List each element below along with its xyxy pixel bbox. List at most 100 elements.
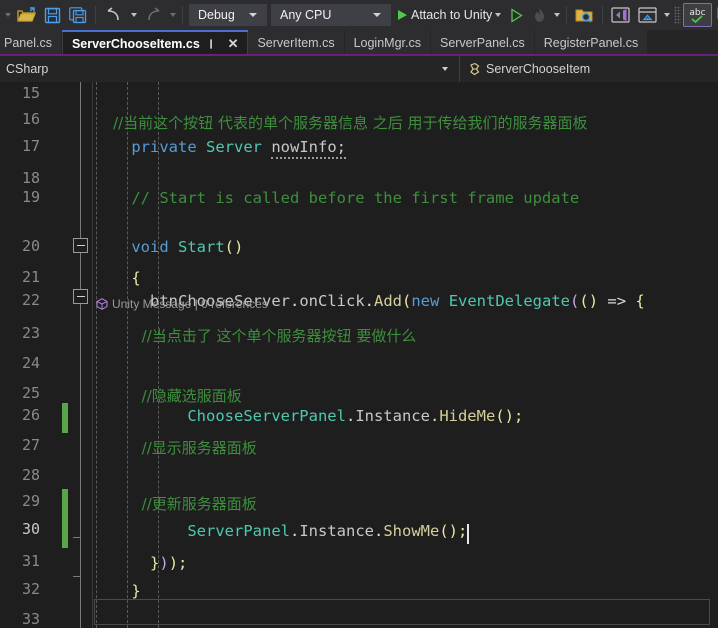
code-token: HideMe <box>439 407 496 425</box>
code-line[interactable]: })); <box>94 554 187 572</box>
vs-window-icon[interactable] <box>607 3 634 27</box>
code-token: (); <box>495 407 524 425</box>
code-token: () <box>579 292 599 310</box>
line-number: 31 <box>21 552 40 570</box>
codelens-label[interactable]: Unity Message | 0 references <box>112 297 268 311</box>
tab-serverchooseitem-cs[interactable]: ServerChooseItem.cs ⚊ ✕ <box>61 30 249 57</box>
start-without-debugging-icon[interactable] <box>505 3 528 27</box>
code-token: . <box>345 407 356 425</box>
fold-toggle-lambda[interactable] <box>73 289 88 304</box>
code-line[interactable]: //更新服务器面板 <box>94 493 257 514</box>
tab-panel-cs[interactable]: Panel.cs <box>0 30 62 56</box>
toolbar-separator-2 <box>182 6 183 24</box>
code-token: . <box>373 522 384 540</box>
toolbar-separator-1 <box>95 6 96 24</box>
code-token: . <box>429 407 440 425</box>
undo-icon[interactable] <box>100 3 128 27</box>
attach-dropdown-caret[interactable] <box>492 3 503 27</box>
properties-window-icon[interactable] <box>634 3 661 27</box>
solution-configuration-combo[interactable]: Debug <box>189 4 267 26</box>
code-token: ShowMe <box>383 522 440 540</box>
window-overflow-caret[interactable] <box>661 3 672 27</box>
project-selector-label: CSharp <box>6 62 49 76</box>
hot-reload-dropdown-caret[interactable] <box>551 3 562 27</box>
tab-label: LoginMgr.cs <box>353 36 421 50</box>
svg-text:abc: abc <box>690 8 706 18</box>
code-line[interactable]: // Start is called before the first fram… <box>94 189 579 207</box>
code-line[interactable]: ServerPanel.Instance.ShowMe(); <box>94 522 467 540</box>
solution-platform-label: Any CPU <box>280 8 332 22</box>
code-token: //当点击了 这个单个服务器按钮 要做什么 <box>94 327 417 345</box>
redo-dropdown-caret[interactable] <box>167 3 178 27</box>
code-line[interactable]: //当前这个按钮 代表的单个服务器信息 之后 用于传给我们的服务器面板 <box>94 112 588 133</box>
code-line[interactable]: //当点击了 这个单个服务器按钮 要做什么 <box>94 325 417 346</box>
chevron-down-icon[interactable] <box>240 13 264 17</box>
tab-serverpanel-cs[interactable]: ServerPanel.cs <box>430 30 535 56</box>
code-editor[interactable]: 15 16 17 18 19 20 21 22 23 24 25 26 27 28 29 30 31 32 33 /… <box>0 82 718 628</box>
code-token: . <box>289 292 300 310</box>
code-text-area[interactable]: //当前这个按钮 代表的单个服务器信息 之后 用于传给我们的服务器面板 priv… <box>94 82 718 628</box>
text-cursor <box>467 524 469 544</box>
toolbar-gripper[interactable] <box>674 6 682 24</box>
hot-reload-icon[interactable] <box>528 3 551 27</box>
codelens-indicator[interactable]: Unity Message | 0 references <box>96 297 268 311</box>
type-selector-label: ServerChooseItem <box>486 62 591 76</box>
project-selector-combo[interactable]: CSharp <box>0 56 460 82</box>
tab-serveritem-cs[interactable]: ServerItem.cs <box>248 30 345 56</box>
code-token: //当前这个按钮 代表的单个服务器信息 之后 用于传给我们的服务器面板 <box>94 114 588 132</box>
undo-dropdown-caret[interactable] <box>128 3 139 27</box>
solution-platform-combo[interactable]: Any CPU <box>271 4 391 26</box>
toolbar-overflow-caret-left[interactable] <box>2 3 13 27</box>
save-icon[interactable] <box>40 3 65 27</box>
outlining-margin[interactable] <box>70 82 92 628</box>
indent-guide <box>96 82 97 628</box>
line-number: 21 <box>21 268 40 286</box>
code-token: ( <box>402 292 412 310</box>
close-icon[interactable]: ✕ <box>228 37 239 50</box>
code-token: private <box>131 138 197 156</box>
code-line[interactable]: { <box>94 269 140 287</box>
code-line[interactable]: //隐藏选服面板 <box>94 385 242 406</box>
chevron-down-icon[interactable] <box>364 13 388 17</box>
save-all-icon[interactable] <box>65 3 91 27</box>
code-token: Instance <box>355 407 430 425</box>
line-number: 25 <box>21 384 40 402</box>
code-line[interactable]: private Server nowInfo; <box>94 138 346 159</box>
line-number: 18 <box>21 169 40 187</box>
code-line[interactable]: //显示服务器面板 <box>94 437 257 458</box>
gutter-separator <box>92 82 93 628</box>
code-token: (); <box>439 522 468 540</box>
line-number: 22 <box>21 291 40 309</box>
type-selector-combo[interactable]: ServerChooseItem <box>460 56 718 82</box>
code-token: () <box>224 238 244 256</box>
tab-registerpanel-cs[interactable]: RegisterPanel.cs <box>534 30 649 56</box>
code-line[interactable]: void Start() <box>94 238 243 256</box>
spell-check-icon[interactable]: abc <box>683 3 713 27</box>
chevron-down-icon[interactable] <box>435 67 455 71</box>
open-file-icon[interactable] <box>13 3 40 27</box>
redo-icon[interactable] <box>139 3 167 27</box>
fold-toggle-start-method[interactable] <box>73 238 88 253</box>
line-number: 26 <box>21 406 40 424</box>
pin-icon[interactable]: ⚊ <box>207 38 221 49</box>
code-line[interactable]: } <box>94 582 140 600</box>
line-number: 19 <box>21 188 40 206</box>
code-token: nowInfo; <box>271 138 346 159</box>
code-token: void <box>131 238 169 256</box>
code-line[interactable]: ChooseServerPanel.Instance.HideMe(); <box>94 407 523 425</box>
main-toolbar: Debug Any CPU Attach to Unity abc <box>0 0 718 30</box>
line-number: 24 <box>21 354 40 372</box>
tab-loginmgr-cs[interactable]: LoginMgr.cs <box>344 30 431 56</box>
pointer-ruler-icon[interactable] <box>712 3 718 27</box>
folder-search-icon[interactable] <box>571 3 598 27</box>
unity-cube-icon <box>96 298 108 310</box>
fold-guide-line <box>80 253 81 289</box>
attach-to-unity-button[interactable]: Attach to Unity <box>393 3 505 27</box>
tab-label: ServerPanel.cs <box>439 36 525 50</box>
